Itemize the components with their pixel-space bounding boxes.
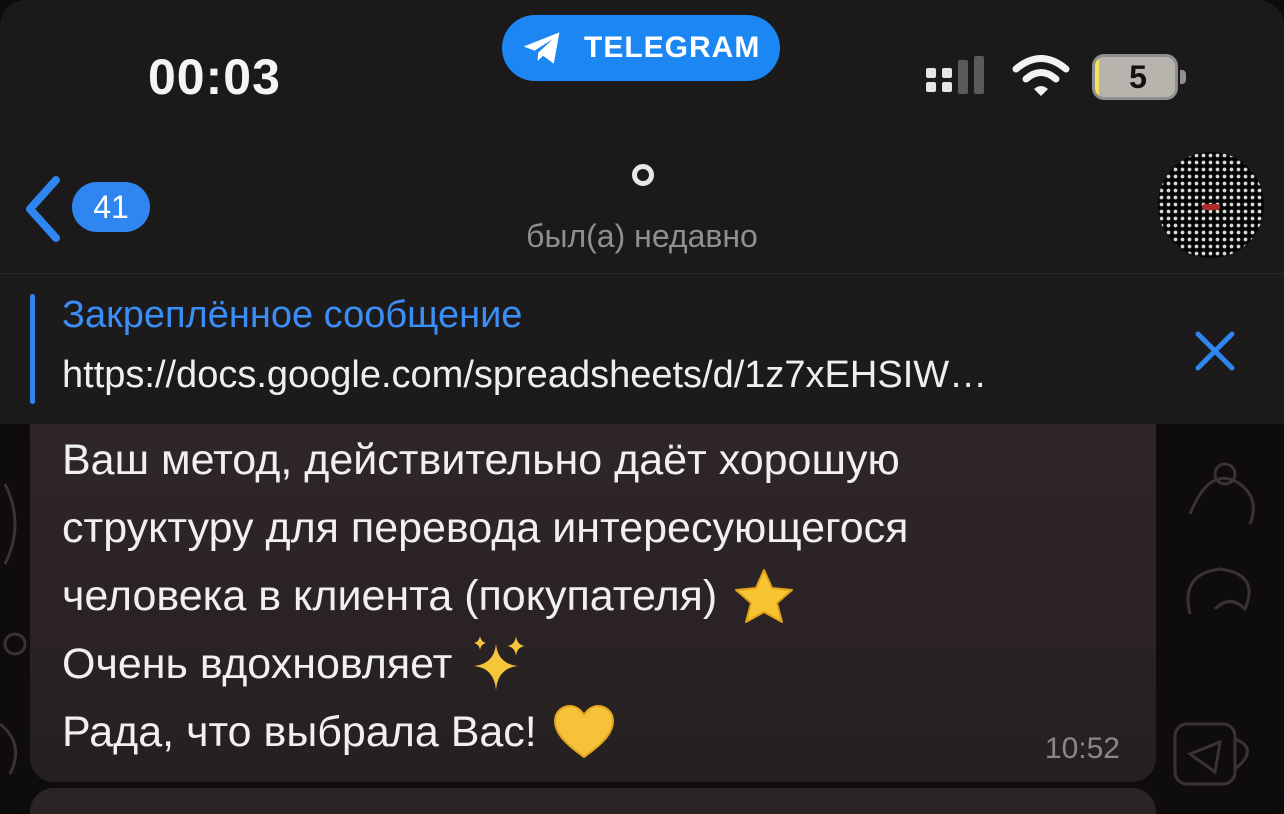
telegram-pill-label: TELEGRAM [584,31,761,64]
message-text: Ваш метод, действительно даёт хорошую [62,436,900,484]
telegram-app-pill[interactable]: TELEGRAM [502,15,780,81]
contact-presence: был(а) недавно [526,218,758,254]
battery-body: 5 [1092,54,1178,100]
phone-screen: 00:03 TELEGRAM 5 41 был(а) недавно Закре… [0,0,1284,814]
message-bubble[interactable]: Ваш метод, действительно даёт хорошую ст… [30,424,1156,782]
battery-cap [1180,70,1186,84]
telegram-icon [523,32,560,64]
message-text: человека в клиента (покупателя) [62,572,718,620]
next-message-bubble[interactable] [30,788,1156,814]
message-line: Рада, что выбрала Вас! [62,698,1124,766]
sparkles-emoji-icon [474,636,526,690]
message-text: Рада, что выбрала Вас! [62,708,537,756]
chat-header: 41 был(а) недавно [0,130,1284,274]
message-time: 10:52 [1044,732,1120,765]
wallpaper-doodle-icon [1188,462,1255,525]
status-bar: 00:03 TELEGRAM 5 [0,0,1284,130]
signal-icon [926,56,984,94]
pinned-accent-line [30,294,35,404]
yellow-heart-emoji-icon [553,704,614,759]
chevron-left-icon[interactable] [20,174,64,244]
wallpaper-doodle-icon [1173,722,1249,786]
message-line: структуру для перевода интересующегося [62,494,1124,562]
wallpaper-doodle-icon [1186,567,1251,615]
message-line: Ваш метод, действительно даёт хорошую [62,426,1124,494]
clock: 00:03 [148,49,281,105]
star-emoji-icon [735,569,794,623]
wifi-icon [1012,55,1070,96]
message-line: человека в клиента (покупателя) [62,562,1124,630]
battery-indicator: 5 [1092,54,1188,100]
message-line: Очень вдохновляет [62,630,1124,698]
unread-count-badge[interactable]: 41 [72,182,150,232]
wallpaper-doodle-icon [0,483,27,775]
battery-level: 5 [1129,59,1147,95]
contact-avatar[interactable] [1158,152,1264,258]
close-icon[interactable] [1192,328,1238,374]
pinned-title: Закреплённое сообщение [62,294,523,336]
contact-name-mark[interactable] [632,164,654,186]
avatar-detail [1202,204,1220,210]
chat-area[interactable]: Ваш метод, действительно даёт хорошую ст… [0,424,1284,814]
pinned-link-text: https://docs.google.com/spreadsheets/d/1… [62,354,988,396]
pinned-message-bar[interactable]: Закреплённое сообщение https://docs.goog… [0,274,1284,424]
message-text: Очень вдохновляет [62,640,453,688]
message-text: структуру для перевода интересующегося [62,504,909,552]
